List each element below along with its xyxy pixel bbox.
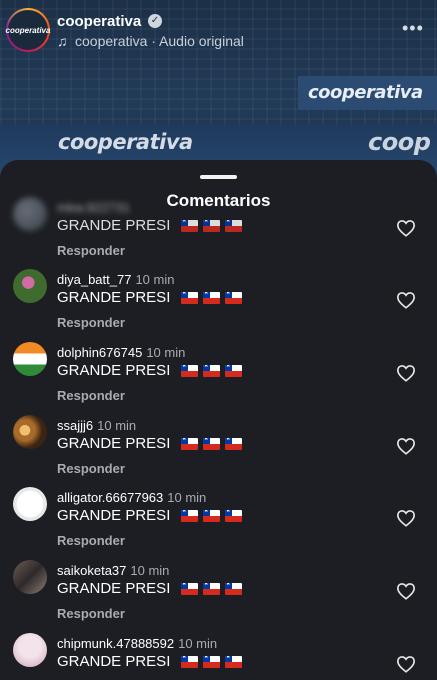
comment-body: GRANDE PRESI [57, 580, 171, 597]
flag-emojis [180, 582, 247, 599]
heart-outline-icon[interactable] [396, 655, 416, 673]
comment-body: GRANDE PRESI [57, 653, 171, 670]
comment-time: 10 min [167, 490, 207, 505]
chile-flag-icon [202, 510, 220, 522]
flag-emojis [180, 437, 247, 454]
comment-body: GRANDE PRESI [57, 362, 171, 379]
comment-time: 10 min [135, 272, 175, 287]
heart-outline-icon[interactable] [396, 219, 416, 237]
sheet-title: Comentarios [166, 191, 271, 210]
comment-text: GRANDE PRESI [57, 289, 247, 308]
comment-body: GRANDE PRESI [57, 289, 171, 306]
commenter-avatar[interactable] [13, 342, 47, 376]
chile-flag-icon [224, 510, 242, 522]
flag-emojis [180, 364, 247, 381]
commenter-username[interactable]: saikoketa37 [57, 563, 126, 578]
heart-outline-icon[interactable] [396, 364, 416, 382]
chile-flag-icon [224, 583, 242, 595]
more-options-icon[interactable]: ••• [402, 18, 424, 39]
chile-flag-icon [180, 656, 198, 668]
chile-flag-icon [180, 438, 198, 450]
chile-flag-icon [224, 220, 242, 232]
flag-emojis [180, 655, 247, 672]
audio-label[interactable]: cooperativa · Audio original [75, 33, 244, 49]
commenter-username[interactable]: dolphin676745 [57, 345, 142, 360]
chile-flag-icon [224, 656, 242, 668]
comment-header[interactable]: saikoketa37 10 min [57, 563, 169, 578]
chile-flag-icon [202, 438, 220, 450]
comment-header[interactable]: dolphin676745 10 min [57, 345, 185, 360]
comment-item: chipmunk.47888592 10 min GRANDE PRESI [0, 633, 437, 680]
comment-text: GRANDE PRESI [57, 217, 247, 236]
verified-badge-icon: ✓ [148, 14, 162, 28]
chile-flag-icon [224, 292, 242, 304]
comment-text: GRANDE PRESI [57, 362, 247, 381]
commenter-username[interactable]: diya_batt_77 [57, 272, 131, 287]
comment-item: diya_batt_77 10 min GRANDE PRESI Responde… [0, 269, 437, 342]
reel-header: cooperativa cooperativa ✓ ♫ cooperativa … [0, 0, 437, 66]
comment-body: GRANDE PRESI [57, 507, 171, 524]
comment-text: GRANDE PRESI [57, 653, 247, 672]
commenter-avatar[interactable] [13, 415, 47, 449]
flag-emojis [180, 291, 247, 308]
chile-flag-icon [180, 583, 198, 595]
comment-body: GRANDE PRESI [57, 435, 171, 452]
comment-header[interactable]: chipmunk.47888592 10 min [57, 636, 217, 651]
reply-button[interactable]: Responder [57, 388, 125, 403]
chile-flag-icon [224, 438, 242, 450]
background-logo: coop [368, 128, 431, 156]
chile-flag-icon [202, 656, 220, 668]
comments-sheet: mkw.922731 GRANDE PRESI Responder Coment… [0, 160, 437, 680]
heart-outline-icon[interactable] [396, 582, 416, 600]
flag-emojis [180, 219, 247, 236]
chile-flag-icon [202, 220, 220, 232]
chile-flag-icon [202, 583, 220, 595]
comment-header[interactable]: ssajjj6 10 min [57, 418, 136, 433]
commenter-avatar[interactable] [13, 633, 47, 667]
commenter-avatar[interactable] [13, 560, 47, 594]
commenter-username[interactable]: ssajjj6 [57, 418, 93, 433]
reply-button[interactable]: Responder [57, 243, 125, 258]
chile-flag-icon [180, 220, 198, 232]
heart-outline-icon[interactable] [396, 437, 416, 455]
comment-time: 10 min [178, 636, 218, 651]
comment-item: dolphin676745 10 min GRANDE PRESI Respond… [0, 342, 437, 415]
comment-item: ssajjj6 10 min GRANDE PRESI Responder [0, 415, 437, 488]
chile-flag-icon [180, 510, 198, 522]
reply-button[interactable]: Responder [57, 461, 125, 476]
flag-emojis [180, 509, 247, 526]
heart-outline-icon[interactable] [396, 291, 416, 309]
comment-body: GRANDE PRESI [57, 217, 171, 234]
background-logo: cooperativa [58, 130, 193, 154]
commenter-username[interactable]: chipmunk.47888592 [57, 636, 174, 651]
comment-time: 10 min [130, 563, 170, 578]
comment-text: GRANDE PRESI [57, 580, 247, 599]
chile-flag-icon [202, 292, 220, 304]
commenter-avatar[interactable] [13, 269, 47, 303]
comment-time: 10 min [97, 418, 137, 433]
reply-button[interactable]: Responder [57, 533, 125, 548]
comment-item: alligator.66677963 10 min GRANDE PRESI Re… [0, 487, 437, 560]
chile-flag-icon [180, 292, 198, 304]
chile-flag-icon [180, 365, 198, 377]
comment-time: 10 min [146, 345, 186, 360]
reply-button[interactable]: Responder [57, 606, 125, 621]
comment-item: saikoketa37 10 min GRANDE PRESI Responder [0, 560, 437, 633]
comment-text: GRANDE PRESI [57, 435, 247, 454]
avatar-logo: cooperativa [6, 10, 50, 50]
music-note-icon: ♫ [57, 33, 68, 49]
comment-header[interactable]: diya_batt_77 10 min [57, 272, 174, 287]
chile-flag-icon [202, 365, 220, 377]
commenter-username[interactable]: alligator.66677963 [57, 490, 163, 505]
chile-flag-icon [224, 365, 242, 377]
reply-button[interactable]: Responder [57, 315, 125, 330]
account-avatar[interactable]: cooperativa [6, 8, 50, 52]
account-name[interactable]: cooperativa [57, 13, 141, 30]
comment-header[interactable]: alligator.66677963 10 min [57, 490, 206, 505]
heart-outline-icon[interactable] [396, 509, 416, 527]
drag-handle[interactable] [200, 175, 237, 179]
comment-text: GRANDE PRESI [57, 507, 247, 526]
background-logo: cooperativa [298, 76, 437, 110]
commenter-avatar[interactable] [13, 487, 47, 521]
